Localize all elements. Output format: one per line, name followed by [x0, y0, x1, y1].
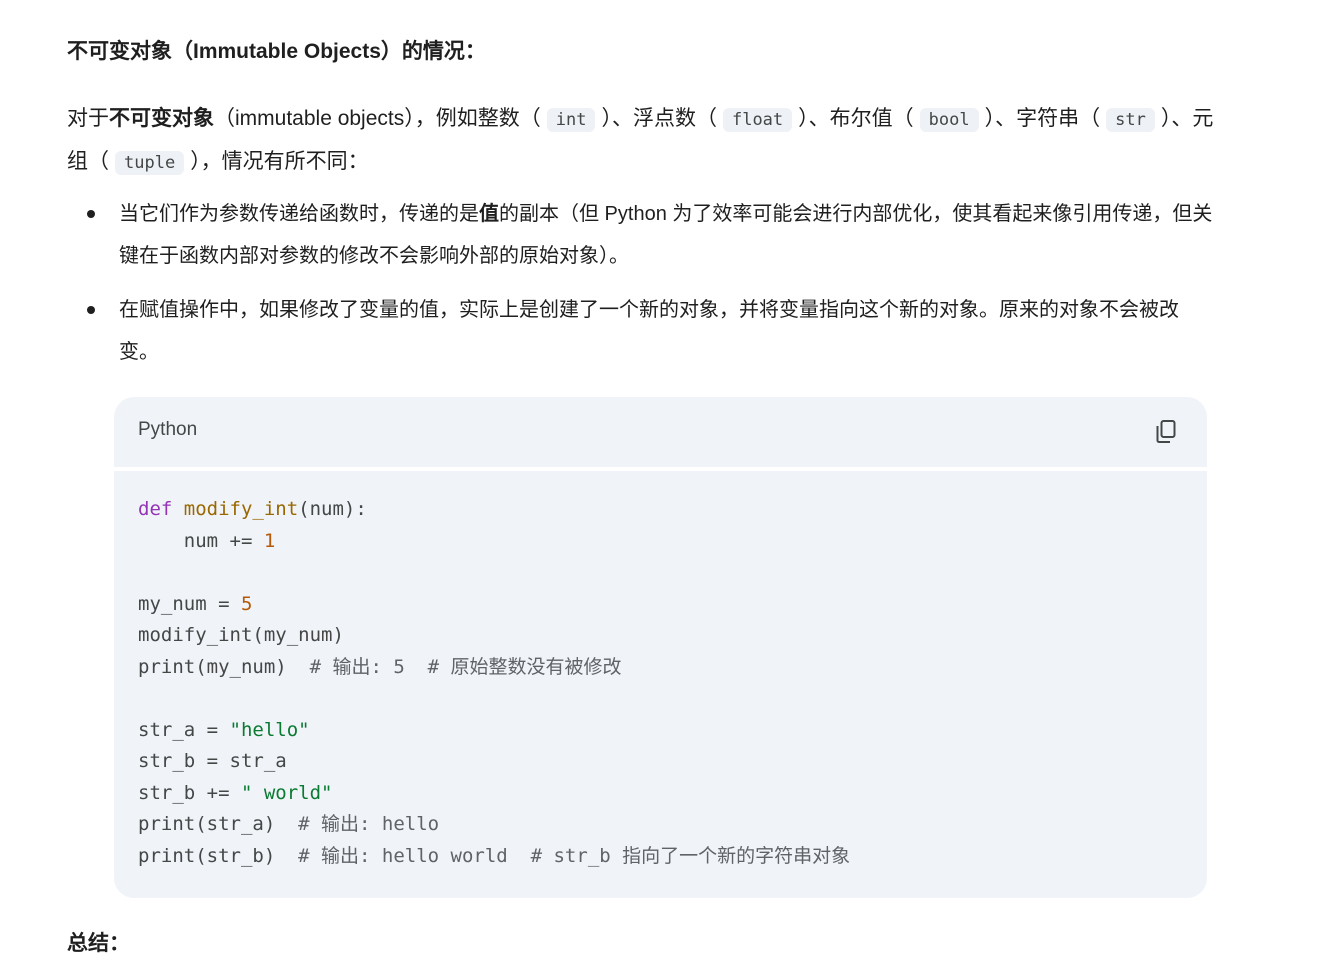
code-comment: # 输出: 5 # 原始整数没有被修改: [309, 655, 622, 678]
code-comment: # 输出: hello: [298, 813, 440, 835]
intro-text-4: ）、布尔值（: [798, 107, 914, 130]
code-number: 1: [263, 529, 276, 552]
bullet-list: 当它们作为参数传递给函数时，传递的是值的副本（但 Python 为了效率可能会进…: [67, 193, 1217, 385]
intro-bold-term: 不可变对象: [109, 107, 214, 130]
code-content: def modify_int(num): num += 1 my_num = 5…: [138, 494, 850, 872]
code-line: print(str_a) # 输出: hello: [138, 813, 440, 835]
inline-code-bool: bool: [919, 108, 979, 132]
code-line: str_a = "hello": [138, 718, 310, 741]
code-function-name: modify_int: [183, 498, 299, 520]
code-keyword: def: [138, 498, 173, 520]
copy-icon: [1156, 420, 1176, 443]
code-block: Python def modify_int(num): num += 1 my_…: [114, 397, 1207, 898]
code-line: str_b = str_a: [138, 750, 287, 772]
code-line: str_b += " world": [138, 781, 333, 804]
intro-text-3: ）、浮点数（: [601, 107, 717, 130]
summary-heading: 总结：: [67, 932, 130, 955]
code-language-label: Python: [138, 419, 198, 440]
inline-code-float: float: [722, 108, 793, 132]
code-comment: # 输出: hello world # str_b 指向了一个新的字符串对象: [298, 844, 851, 867]
code-line: print(str_b) # 输出: hello world # str_b 指…: [138, 844, 851, 867]
intro-text-1: 对于: [67, 107, 109, 130]
list-item: 当它们作为参数传递给函数时，传递的是值的副本（但 Python 为了效率可能会进…: [67, 193, 1217, 277]
intro-text-7: ），情况有所不同：: [190, 150, 369, 173]
code-line: def modify_int(num):: [138, 498, 367, 520]
code-line: modify_int(my_num): [138, 624, 344, 646]
inline-code-str: str: [1106, 108, 1155, 132]
code-string: " world": [240, 781, 333, 804]
code-line: print(my_num) # 输出: 5 # 原始整数没有被修改: [138, 655, 622, 678]
inline-code-tuple: tuple: [115, 151, 185, 175]
copy-code-button[interactable]: [1149, 415, 1183, 449]
list-item: 在赋值操作中，如果修改了变量的值，实际上是创建了一个新的对象，并将变量指向这个新…: [67, 289, 1217, 373]
bullet-dot: [87, 210, 95, 218]
code-block-header: Python: [114, 397, 1207, 471]
inline-code-int: int: [546, 108, 596, 132]
code-string: "hello": [229, 718, 310, 741]
bullet-dot: [87, 306, 95, 314]
intro-text-2: （immutable objects），例如整数（: [214, 107, 541, 130]
bullet-bold-term: 值: [479, 203, 499, 225]
code-line: num += 1: [138, 529, 276, 552]
section-heading: 不可变对象（Immutable Objects）的情况：: [67, 40, 486, 63]
bullet-text-before: 当它们作为参数传递给函数时，传递的是: [119, 203, 479, 225]
intro-paragraph: 对于不可变对象（immutable objects），例如整数（ int ）、浮点数…: [67, 98, 1217, 184]
code-number: 5: [240, 592, 253, 615]
code-line: my_num = 5: [138, 592, 253, 615]
bullet-text: 在赋值操作中，如果修改了变量的值，实际上是创建了一个新的对象，并将变量指向这个新…: [119, 299, 1179, 363]
intro-text-5: ）、字符串（: [984, 107, 1101, 130]
